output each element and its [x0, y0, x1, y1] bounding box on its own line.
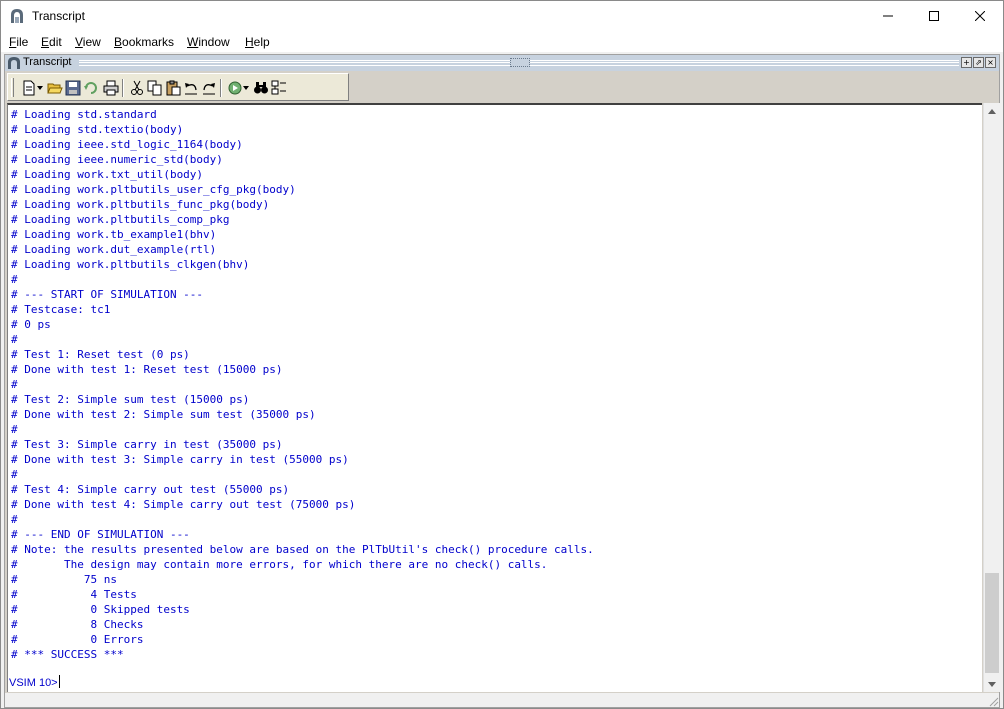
scroll-down-arrow-icon[interactable] [984, 676, 1000, 692]
scroll-up-arrow-icon[interactable] [984, 103, 1000, 119]
transcript-pane-header[interactable]: Transcript + ⇗ × [5, 55, 999, 71]
transcript-line: # [11, 423, 18, 436]
transcript-line: # Loading work.pltbutils_func_pkg(body) [11, 198, 270, 211]
menu-file[interactable]: File [9, 35, 28, 49]
resize-grip-icon[interactable] [987, 695, 999, 707]
status-bar [5, 693, 999, 707]
menu-bookmarks-accel: B [114, 35, 123, 49]
redo-icon[interactable] [200, 79, 218, 97]
toolbar-grip[interactable] [11, 78, 14, 97]
scrollbar-thumb[interactable] [985, 573, 999, 673]
pane-zoom-icon[interactable]: + [961, 57, 972, 68]
header-drag-grip[interactable] [510, 58, 530, 67]
transcript-line: # [11, 378, 18, 391]
copy-icon[interactable] [146, 79, 164, 97]
transcript-output: # Loading std.standard # Loading std.text… [11, 107, 594, 662]
transcript-line: # [11, 513, 18, 526]
transcript-pane-title: Transcript [23, 56, 74, 68]
menu-help-accel: H [245, 35, 254, 49]
transcript-line: # Test 4: Simple carry out test (55000 p… [11, 483, 290, 496]
transcript-line: # Done with test 2: Simple sum test (350… [11, 408, 316, 421]
transcript-line: # 0 Errors [11, 633, 144, 646]
transcript-line: # Loading std.textio(body) [11, 123, 184, 136]
menu-window-label: indow [198, 35, 230, 49]
toolbar-separator [122, 79, 124, 97]
open-icon[interactable] [46, 79, 64, 97]
text-cursor [58, 675, 60, 688]
menu-help-label: elp [253, 35, 270, 49]
transcript-line: # Test 3: Simple carry in test (35000 ps… [11, 438, 283, 451]
window-title: Transcript [32, 9, 85, 23]
undo-icon[interactable] [182, 79, 200, 97]
transcript-pane: Transcript + ⇗ × # Loading std.standard … [4, 54, 1000, 708]
transcript-line: # Loading work.dut_example(rtl) [11, 243, 217, 256]
transcript-line: # Loading std.standard [11, 108, 157, 121]
menu-bookmarks-label: ookmarks [122, 35, 175, 49]
command-line[interactable]: VSIM 10> [9, 675, 60, 689]
transcript-line: # *** SUCCESS *** [11, 648, 124, 661]
transcript-line: # Loading work.txt_util(body) [11, 168, 204, 181]
transcript-line: # Loading ieee.std_logic_1164(body) [11, 138, 243, 151]
transcript-line: # Loading work.pltbutils_clkgen(bhv) [11, 258, 250, 271]
menu-window-accel: W [187, 35, 199, 49]
transcript-line: # The design may contain more errors, fo… [11, 558, 548, 571]
vertical-scrollbar[interactable] [983, 103, 1000, 692]
transcript-line: # [11, 333, 18, 346]
paste-icon[interactable] [164, 79, 182, 97]
menu-edit[interactable]: Edit [41, 35, 62, 49]
title-bar[interactable]: Transcript [1, 1, 1003, 32]
app-window: Transcript File Edit View Bookmarks Wind… [0, 0, 1004, 709]
cut-icon[interactable] [128, 79, 146, 97]
transcript-toolbar [7, 73, 349, 101]
reload-icon[interactable] [82, 79, 100, 97]
vsim-prompt: VSIM 10> [9, 677, 58, 689]
pane-undock-icon[interactable]: ⇗ [973, 57, 984, 68]
transcript-line: # Test 1: Reset test (0 ps) [11, 348, 190, 361]
menu-file-label: ile [16, 35, 29, 49]
transcript-line: # Note: the results presented below are … [11, 543, 594, 556]
menu-view-label: iew [82, 35, 101, 49]
minimize-button[interactable] [865, 1, 911, 31]
transcript-line: # 8 Checks [11, 618, 144, 631]
save-icon[interactable] [64, 79, 82, 97]
menu-edit-label: dit [49, 35, 62, 49]
transcript-line: # 75 ns [11, 573, 117, 586]
transcript-line: # [11, 468, 18, 481]
menu-view-accel: V [75, 35, 83, 49]
menu-bookmarks[interactable]: Bookmarks [114, 35, 174, 49]
modelsim-app-icon [9, 8, 25, 24]
menu-view[interactable]: View [75, 35, 101, 49]
transcript-line: # Loading work.tb_example1(bhv) [11, 228, 217, 241]
transcript-line: # Testcase: tc1 [11, 303, 111, 316]
transcript-line: # [11, 273, 18, 286]
pane-close-icon[interactable]: × [985, 57, 996, 68]
menu-edit-accel: E [41, 35, 50, 49]
transcript-line: # 0 ps [11, 318, 51, 331]
toolbar-separator [220, 79, 222, 97]
find-icon[interactable] [252, 79, 270, 97]
transcript-line: # Loading work.pltbutils_comp_pkg [11, 213, 230, 226]
transcript-line: # Loading ieee.numeric_std(body) [11, 153, 223, 166]
transcript-line: # 4 Tests [11, 588, 137, 601]
transcript-pane-icon [7, 56, 21, 70]
transcript-line: # Done with test 3: Simple carry in test… [11, 453, 349, 466]
transcript-line: # Done with test 1: Reset test (15000 ps… [11, 363, 283, 376]
menu-bar: File Edit View Bookmarks Window Help [1, 32, 1003, 52]
go-dropdown-icon[interactable] [242, 79, 250, 97]
transcript-line: # Loading work.pltbutils_user_cfg_pkg(bo… [11, 183, 296, 196]
options-icon[interactable] [270, 79, 288, 97]
transcript-console[interactable]: # Loading std.standard # Loading std.text… [7, 103, 982, 692]
transcript-line: # --- START OF SIMULATION --- [11, 288, 204, 301]
new-dropdown-icon[interactable] [36, 79, 44, 97]
transcript-line: # Test 2: Simple sum test (15000 ps) [11, 393, 250, 406]
transcript-line: # Done with test 4: Simple carry out tes… [11, 498, 356, 511]
maximize-button[interactable] [911, 1, 957, 31]
menu-help[interactable]: Help [245, 35, 270, 49]
close-button[interactable] [957, 1, 1003, 31]
transcript-line: # 0 Skipped tests [11, 603, 190, 616]
transcript-line: # --- END OF SIMULATION --- [11, 528, 190, 541]
menu-window[interactable]: Window [187, 35, 230, 49]
print-icon[interactable] [102, 79, 120, 97]
